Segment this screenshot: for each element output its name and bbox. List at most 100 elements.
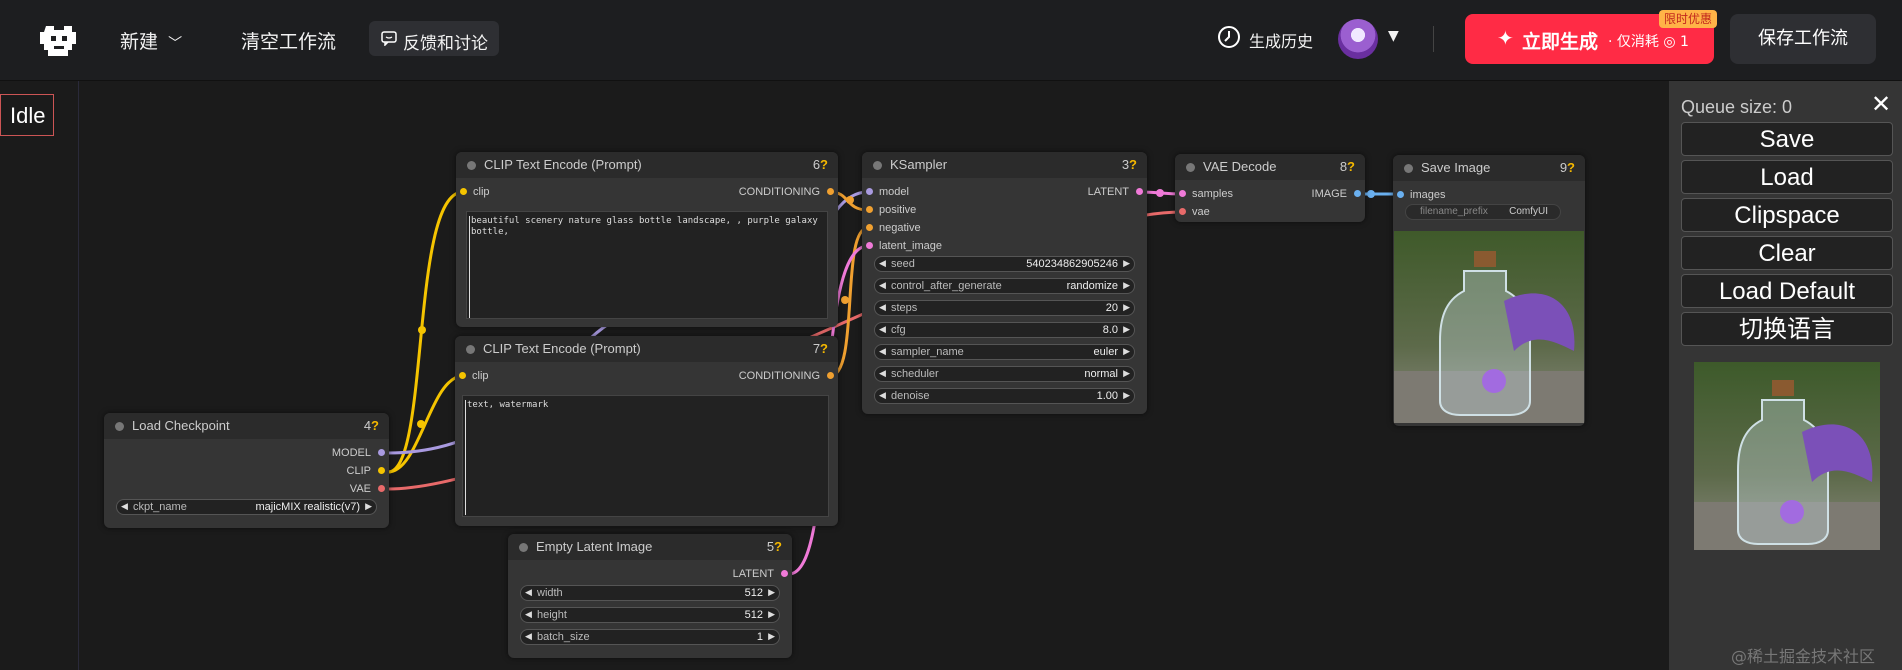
arrow-left-icon[interactable]: ◀: [525, 631, 532, 642]
widget-denoise[interactable]: ◀ denoise 1.00 ▶: [874, 388, 1135, 404]
output-label: CONDITIONING: [738, 370, 820, 382]
arrow-left-icon[interactable]: ◀: [879, 390, 886, 401]
output-slot-icon[interactable]: [827, 372, 834, 379]
output-label: CONDITIONING: [738, 186, 820, 198]
input-slot-icon[interactable]: [866, 206, 873, 213]
node-id: 5?: [766, 539, 782, 554]
collapse-dot-icon[interactable]: [466, 345, 475, 354]
input-label: samples: [1192, 188, 1233, 200]
collapse-dot-icon[interactable]: [1186, 163, 1195, 172]
node-title-bar[interactable]: Load Checkpoint 4?: [104, 413, 389, 439]
arrow-left-icon[interactable]: ◀: [879, 258, 886, 269]
node-save-image[interactable]: Save Image 9? images filename_prefix Com…: [1393, 155, 1585, 426]
widget-width[interactable]: ◀ width 512 ▶: [520, 585, 780, 601]
prompt-textarea[interactable]: text, watermark: [462, 395, 829, 517]
node-id: 4?: [363, 418, 379, 433]
widget-filename-prefix[interactable]: filename_prefix ComfyUI: [1405, 204, 1561, 220]
output-slot-icon[interactable]: [378, 467, 385, 474]
input-label: negative: [879, 222, 921, 234]
output-label: LATENT: [1087, 186, 1129, 198]
arrow-right-icon[interactable]: ▶: [1123, 302, 1130, 313]
input-slot-icon[interactable]: [460, 188, 467, 195]
arrow-right-icon[interactable]: ▶: [1123, 346, 1130, 357]
collapse-dot-icon[interactable]: [873, 161, 882, 170]
output-label: VAE: [349, 483, 371, 495]
collapse-dot-icon[interactable]: [1404, 164, 1413, 173]
widget-ckpt-name[interactable]: ◀ ckpt_name majicMIX realistic(v7) ▶: [116, 499, 377, 515]
node-title: CLIP Text Encode (Prompt): [484, 157, 642, 172]
arrow-right-icon[interactable]: ▶: [1123, 368, 1130, 379]
widget-sampler-name[interactable]: ◀ sampler_name euler ▶: [874, 344, 1135, 360]
arrow-left-icon[interactable]: ◀: [879, 368, 886, 379]
node-ksampler[interactable]: KSampler 3? model positive negative late…: [862, 152, 1147, 414]
load-button[interactable]: Load: [1681, 160, 1893, 194]
close-icon[interactable]: ✕: [1871, 90, 1891, 119]
node-clip-text-encode-negative[interactable]: CLIP Text Encode (Prompt) 7? clip CONDIT…: [455, 336, 838, 526]
collapse-dot-icon[interactable]: [519, 543, 528, 552]
node-title-bar[interactable]: CLIP Text Encode (Prompt) 6?: [456, 152, 838, 178]
arrow-right-icon[interactable]: ▶: [1123, 258, 1130, 269]
arrow-right-icon[interactable]: ▶: [365, 501, 372, 512]
link-clip-to-neg: [387, 374, 464, 474]
arrow-left-icon[interactable]: ◀: [525, 609, 532, 620]
output-label: CLIP: [346, 465, 371, 477]
input-label: positive: [879, 204, 917, 216]
load-default-button[interactable]: Load Default: [1681, 274, 1893, 308]
input-slot-icon[interactable]: [1397, 191, 1404, 198]
output-slot-icon[interactable]: [1136, 188, 1143, 195]
widget-steps[interactable]: ◀ steps 20 ▶: [874, 300, 1135, 316]
output-slot-icon[interactable]: [378, 449, 385, 456]
node-title-bar[interactable]: KSampler 3?: [862, 152, 1147, 178]
output-slot-icon[interactable]: [1354, 190, 1361, 197]
clear-button[interactable]: Clear: [1681, 236, 1893, 270]
arrow-left-icon[interactable]: ◀: [879, 302, 886, 313]
arrow-left-icon[interactable]: ◀: [525, 587, 532, 598]
input-slot-icon[interactable]: [459, 372, 466, 379]
widget-scheduler[interactable]: ◀ scheduler normal ▶: [874, 366, 1135, 382]
node-empty-latent-image[interactable]: Empty Latent Image 5? LATENT ◀ width 512 ▶ …: [508, 534, 792, 658]
widget-cfg[interactable]: ◀ cfg 8.0 ▶: [874, 322, 1135, 338]
node-load-checkpoint[interactable]: Load Checkpoint 4? MODEL CLIP VAE ◀ ckpt_…: [104, 413, 389, 528]
arrow-right-icon[interactable]: ▶: [1123, 324, 1130, 335]
widget-height[interactable]: ◀ height 512 ▶: [520, 607, 780, 623]
input-slot-icon[interactable]: [1179, 208, 1186, 215]
arrow-right-icon[interactable]: ▶: [768, 631, 775, 642]
output-slot-icon[interactable]: [378, 485, 385, 492]
node-title-bar[interactable]: Save Image 9?: [1393, 155, 1585, 181]
generated-image-preview[interactable]: [1394, 231, 1584, 423]
prompt-textarea[interactable]: beautiful scenery nature glass bottle la…: [466, 211, 828, 319]
arrow-left-icon[interactable]: ◀: [879, 324, 886, 335]
widget-control-after-generate[interactable]: ◀ control_after_generate randomize ▶: [874, 278, 1135, 294]
node-title: KSampler: [890, 157, 948, 172]
output-label: IMAGE: [1311, 188, 1347, 200]
arrow-left-icon[interactable]: ◀: [121, 501, 128, 512]
node-clip-text-encode-positive[interactable]: CLIP Text Encode (Prompt) 6? clip CONDIT…: [456, 152, 838, 327]
node-id: 3?: [1121, 157, 1137, 172]
arrow-right-icon[interactable]: ▶: [768, 609, 775, 620]
switch-language-button[interactable]: 切换语言: [1681, 312, 1893, 346]
node-id: 6?: [812, 157, 828, 172]
arrow-left-icon[interactable]: ◀: [879, 346, 886, 357]
node-vae-decode[interactable]: VAE Decode 8? samples vae IMAGE: [1175, 154, 1365, 222]
output-thumbnail[interactable]: [1694, 362, 1880, 550]
node-title-bar[interactable]: CLIP Text Encode (Prompt) 7?: [455, 336, 838, 362]
output-slot-icon[interactable]: [781, 570, 788, 577]
widget-batch-size[interactable]: ◀ batch_size 1 ▶: [520, 629, 780, 645]
node-title-bar[interactable]: VAE Decode 8?: [1175, 154, 1365, 180]
arrow-left-icon[interactable]: ◀: [879, 280, 886, 291]
collapse-dot-icon[interactable]: [467, 161, 476, 170]
input-slot-icon[interactable]: [866, 242, 873, 249]
save-workflow-button[interactable]: 保存工作流: [1730, 14, 1876, 64]
clipspace-button[interactable]: Clipspace: [1681, 198, 1893, 232]
input-slot-icon[interactable]: [866, 224, 873, 231]
input-slot-icon[interactable]: [866, 188, 873, 195]
input-slot-icon[interactable]: [1179, 190, 1186, 197]
save-button[interactable]: Save: [1681, 122, 1893, 156]
arrow-right-icon[interactable]: ▶: [1123, 280, 1130, 291]
widget-seed[interactable]: ◀ seed 540234862905246 ▶: [874, 256, 1135, 272]
collapse-dot-icon[interactable]: [115, 422, 124, 431]
output-slot-icon[interactable]: [827, 188, 834, 195]
arrow-right-icon[interactable]: ▶: [1123, 390, 1130, 401]
node-title-bar[interactable]: Empty Latent Image 5?: [508, 534, 792, 560]
arrow-right-icon[interactable]: ▶: [768, 587, 775, 598]
